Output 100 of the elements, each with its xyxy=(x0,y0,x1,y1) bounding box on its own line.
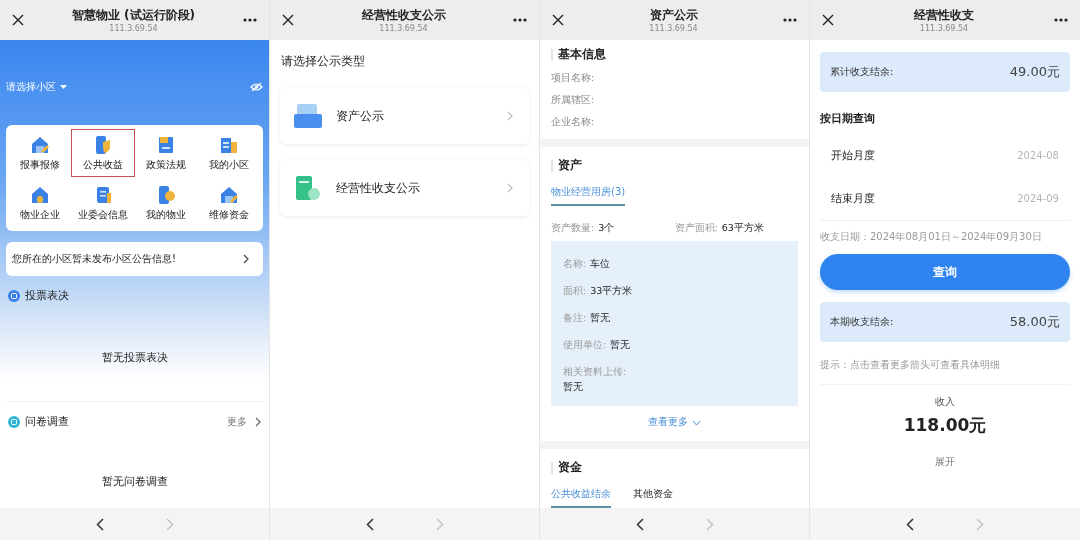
window-title: 智慧物业 (试运行阶段) xyxy=(70,7,197,24)
close-icon[interactable] xyxy=(282,14,294,26)
more-icon[interactable] xyxy=(513,18,527,22)
balance-label: 累计收支结余: xyxy=(830,65,894,79)
month-label: 开始月度 xyxy=(831,148,875,163)
menu-label: 政策法规 xyxy=(146,158,187,172)
month-picker[interactable]: 开始月度 2024-08 xyxy=(820,134,1070,177)
menu-item[interactable]: 我的物业 xyxy=(134,179,198,227)
close-icon[interactable] xyxy=(822,14,834,26)
more-icon[interactable] xyxy=(783,18,797,22)
menu-label: 业委会信息 xyxy=(77,208,128,222)
more-link[interactable]: 更多 xyxy=(227,414,247,429)
tab[interactable]: 物业经营用房(3) xyxy=(551,182,626,206)
version-text: 111.3.69.54 xyxy=(378,24,429,33)
menu-item[interactable]: 公共收益 xyxy=(71,129,135,177)
window-title: 经营性收支 xyxy=(913,7,975,24)
menu-label: 物业企业 xyxy=(19,208,60,222)
chevron-right-icon xyxy=(255,416,261,427)
menu-item[interactable]: 报事报修 xyxy=(8,129,72,177)
version-text: 111.3.69.54 xyxy=(648,24,699,33)
field-label: 相关资料上传: xyxy=(563,366,627,377)
prompt-text: 请选择公示类型 xyxy=(280,53,366,70)
version-text: 111.3.69.54 xyxy=(108,24,159,33)
expand-link[interactable]: 展开 xyxy=(820,455,1070,469)
eye-off-icon[interactable] xyxy=(250,81,263,92)
tray-icon xyxy=(294,104,322,128)
window-title: 资产公示 xyxy=(648,7,699,24)
section-title: 投票表决 xyxy=(25,288,69,303)
empty-message: 暂无投票表决 xyxy=(6,303,263,402)
section-title: 按日期查询 xyxy=(820,111,876,126)
section-title: 资产 xyxy=(558,157,582,174)
house-icon xyxy=(29,185,50,205)
menu-label: 我的物业 xyxy=(146,208,187,222)
empty-message: 暂无问卷调查 xyxy=(100,475,169,488)
chevron-right-icon xyxy=(507,111,513,121)
menu-label: 维修资金 xyxy=(209,208,250,222)
month-picker[interactable]: 结束月度 2024-09 xyxy=(820,177,1070,220)
field-label: 名称: xyxy=(563,258,587,269)
chevron-right-icon xyxy=(243,254,249,264)
field-label: 资产面积: xyxy=(674,222,718,233)
menu-item[interactable]: 物业企业 xyxy=(8,179,72,227)
date-range-text: 收支日期：2024年08月01日～2024年09月30日 xyxy=(820,230,1043,244)
field-label: 项目名称: xyxy=(551,72,596,85)
income-label: 收入 xyxy=(934,395,956,409)
list-item[interactable]: 资产公示 xyxy=(280,88,529,144)
field-value: 暂无 xyxy=(610,339,631,350)
close-icon[interactable] xyxy=(12,14,24,26)
field-label: 使用单位: xyxy=(563,339,607,350)
house-wrench-icon xyxy=(219,185,240,205)
menu-label: 报事报修 xyxy=(19,158,60,172)
close-icon[interactable] xyxy=(552,14,564,26)
balance-amount: 49.00元 xyxy=(1009,63,1060,81)
back-icon[interactable] xyxy=(365,517,374,531)
chevron-right-icon xyxy=(507,183,513,193)
survey-icon xyxy=(8,415,20,428)
section-title: 问卷调查 xyxy=(25,414,69,429)
chevron-down-icon xyxy=(692,419,701,426)
buildings-icon xyxy=(219,135,240,155)
tab[interactable]: 其他资金 xyxy=(633,484,673,508)
field-value: 车位 xyxy=(590,258,611,269)
item-label: 经营性收支公示 xyxy=(336,179,420,197)
back-icon[interactable] xyxy=(95,517,104,531)
field-label: 资产数量: xyxy=(551,222,595,233)
menu-item[interactable]: 业委会信息 xyxy=(71,179,135,227)
list-item[interactable]: 经营性收支公示 xyxy=(280,160,529,216)
notice-bar[interactable]: 您所在的小区暂未发布小区公告信息! xyxy=(6,242,263,276)
menu-item[interactable]: 维修资金 xyxy=(197,179,261,227)
more-icon[interactable] xyxy=(243,18,257,22)
menu-item[interactable]: 我的小区 xyxy=(197,129,261,177)
caret-icon xyxy=(60,84,67,89)
section-title: 基本信息 xyxy=(558,46,606,63)
view-more-link[interactable]: 查看更多 xyxy=(648,416,688,429)
back-icon[interactable] xyxy=(906,517,914,531)
field-value: 3个 xyxy=(598,222,615,233)
field-value: 33平方米 xyxy=(590,285,633,296)
phone-coin-icon xyxy=(156,185,177,205)
field-value: 63平方米 xyxy=(721,222,764,233)
notice-text: 您所在的小区暂未发布小区公告信息! xyxy=(12,252,177,266)
menu-label: 我的小区 xyxy=(209,158,250,172)
income-amount: 118.00元 xyxy=(902,414,988,437)
more-icon[interactable] xyxy=(1054,18,1068,22)
field-label: 面积: xyxy=(563,285,587,296)
balance-label: 本期收支结余: xyxy=(830,315,894,329)
menu-label: 公共收益 xyxy=(82,158,123,172)
field-label: 备注: xyxy=(563,312,587,323)
field-value: 暂无 xyxy=(563,381,584,394)
document-coin-icon xyxy=(294,176,322,200)
month-label: 结束月度 xyxy=(831,191,875,206)
menu-item[interactable]: 政策法规 xyxy=(134,129,198,177)
field-label: 所属辖区: xyxy=(551,94,596,107)
section-title: 资金 xyxy=(558,459,582,476)
hint-text: 提示：点击查看更多箭头可查看具体明细 xyxy=(820,358,1001,372)
balance-amount: 58.00元 xyxy=(1009,313,1060,331)
house-wrench-icon xyxy=(29,135,50,155)
field-label: 企业名称: xyxy=(551,116,596,129)
item-label: 资产公示 xyxy=(336,107,384,125)
query-button[interactable]: 查询 xyxy=(820,254,1070,290)
field-value: 暂无 xyxy=(590,312,611,323)
ballot-icon xyxy=(8,289,20,302)
back-icon[interactable] xyxy=(635,517,644,531)
